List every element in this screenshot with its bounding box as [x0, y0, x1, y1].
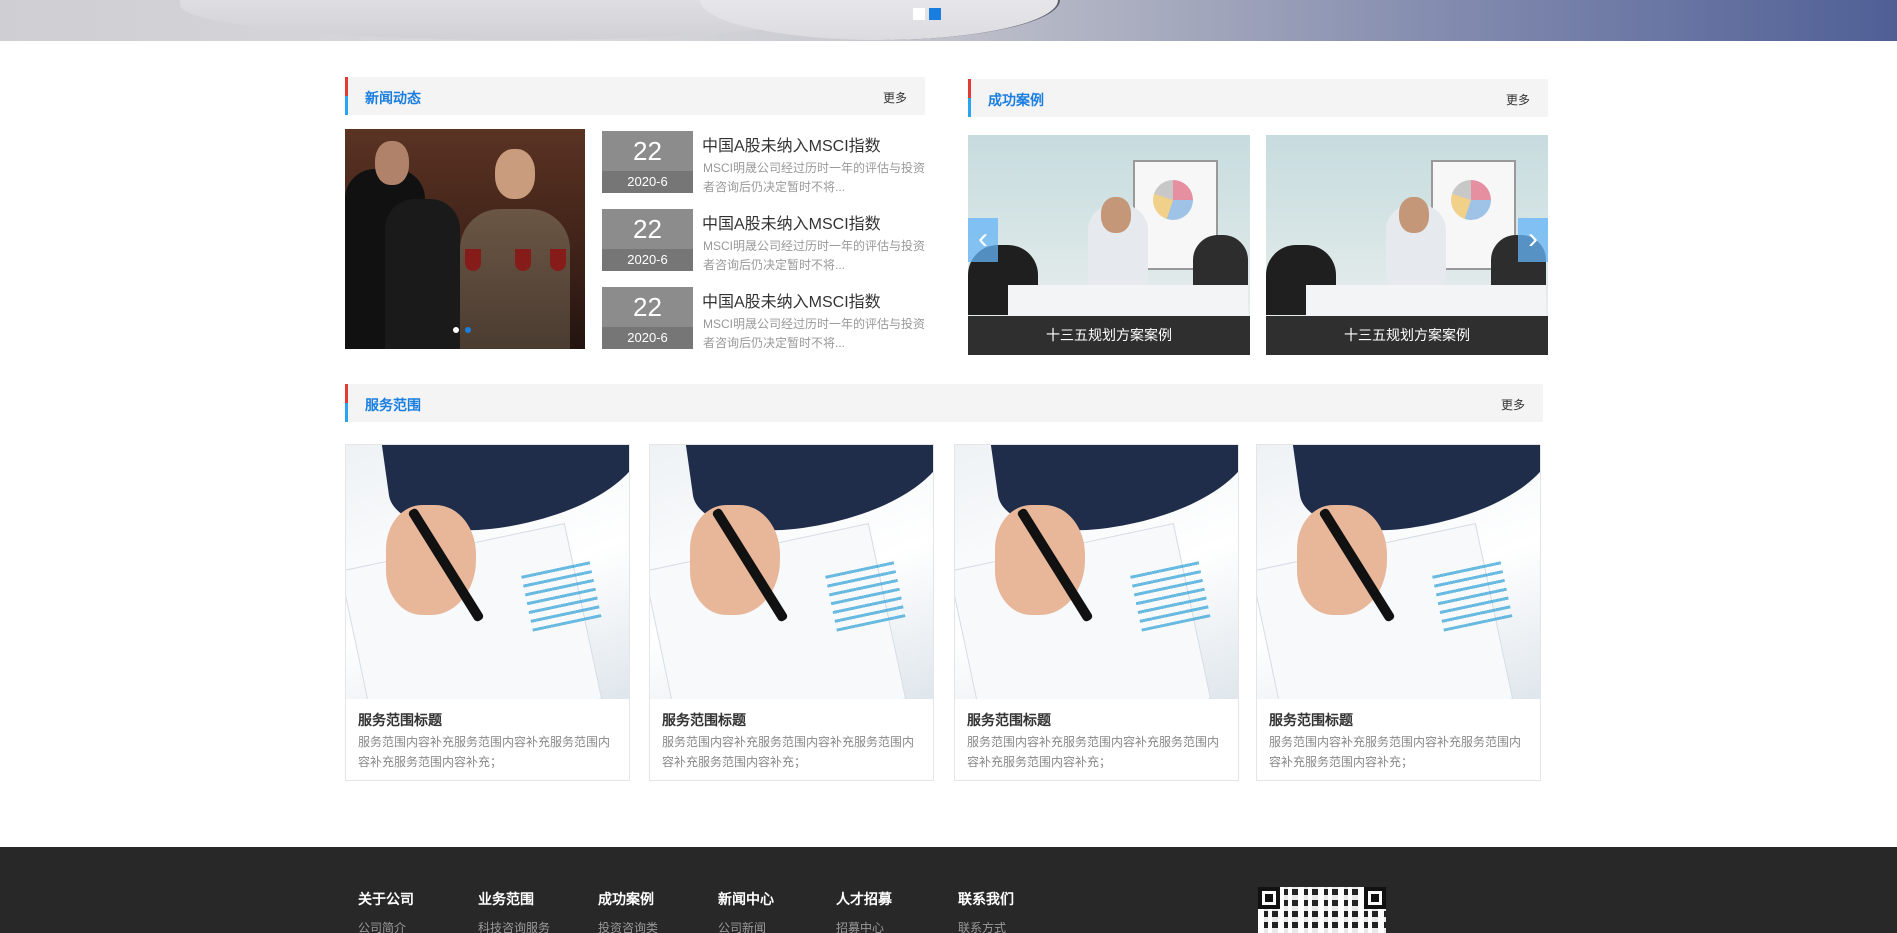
service-title: 服务范围标题 [967, 712, 1051, 728]
news-date-badge: 22 2020-6 [602, 209, 693, 271]
service-card[interactable]: 服务范围标题 服务范围内容补充服务范围内容补充服务范围内容补充服务范围内容补充； [1256, 444, 1541, 781]
wine-glass [465, 249, 481, 271]
news-image-dot-1[interactable] [453, 327, 459, 333]
footer-column-heading[interactable]: 业务范围 [478, 889, 550, 909]
case-image [1266, 135, 1548, 316]
chevron-right-icon[interactable]: › [1518, 218, 1548, 262]
photo-table [1306, 285, 1546, 316]
chevron-left-icon[interactable]: ‹ [968, 218, 998, 262]
footer-column-cases: 成功案例 投资咨询类 [598, 889, 658, 933]
footer-column-heading[interactable]: 新闻中心 [718, 889, 774, 909]
service-title: 服务范围标题 [358, 712, 442, 728]
photo-table [1008, 285, 1248, 316]
footer-link[interactable]: 科技咨询服务 [478, 919, 550, 933]
news-list-item[interactable]: 22 2020-6 中国A股未纳入MSCI指数 MSCI明晟公司经过历时一年的评… [602, 131, 932, 194]
photo-head [1101, 197, 1131, 233]
services-more-link[interactable]: 更多 [1501, 396, 1525, 413]
wine-glass [515, 249, 531, 271]
services-section-header: 服务范围 更多 [345, 384, 1543, 422]
news-day: 22 [633, 214, 662, 244]
news-section-header: 新闻动态 更多 [345, 77, 925, 115]
banner-dot-2[interactable] [929, 8, 941, 20]
case-caption: 十三五规划方案案例 [968, 316, 1250, 355]
footer-column-heading[interactable]: 人才招募 [836, 889, 892, 909]
news-title[interactable]: 中国A股未纳入MSCI指数 [702, 132, 881, 156]
case-card[interactable]: 十三五规划方案案例 [1266, 135, 1548, 355]
photo-person [385, 199, 460, 349]
case-image [968, 135, 1250, 316]
news-list-item[interactable]: 22 2020-6 中国A股未纳入MSCI指数 MSCI明晟公司经过历时一年的评… [602, 287, 932, 350]
news-image-dot-2[interactable] [465, 327, 471, 333]
qr-finder [1364, 887, 1386, 909]
news-summary: MSCI明晟公司经过历时一年的评估与投资者咨询后仍决定暂时不将... [703, 239, 926, 272]
news-featured-image[interactable] [345, 129, 585, 349]
cases-section-header: 成功案例 更多 [968, 79, 1548, 117]
service-image [1257, 445, 1540, 699]
footer-link[interactable]: 招募中心 [836, 919, 892, 933]
cases-section-title: 成功案例 [988, 92, 1044, 108]
footer-column-heading[interactable]: 联系我们 [958, 889, 1014, 909]
document-chart [824, 558, 906, 632]
qr-finder [1258, 887, 1280, 909]
news-summary: MSCI明晟公司经过历时一年的评估与投资者咨询后仍决定暂时不将... [703, 161, 926, 194]
footer-column-heading[interactable]: 关于公司 [358, 889, 414, 909]
photo-head [375, 141, 409, 185]
footer-link[interactable]: 公司新闻 [718, 919, 774, 933]
news-title[interactable]: 中国A股未纳入MSCI指数 [702, 288, 881, 312]
news-title[interactable]: 中国A股未纳入MSCI指数 [702, 210, 881, 234]
document-chart [1431, 558, 1513, 632]
cases-more-link[interactable]: 更多 [1506, 91, 1530, 108]
service-description: 服务范围内容补充服务范围内容补充服务范围内容补充服务范围内容补充； [662, 735, 915, 769]
services-section-title: 服务范围 [365, 397, 421, 413]
footer-column-careers: 人才招募 招募中心 [836, 889, 892, 933]
news-more-link[interactable]: 更多 [883, 89, 907, 106]
news-image-pagination [453, 327, 471, 333]
news-date-badge: 22 2020-6 [602, 287, 693, 349]
footer-link[interactable]: 投资咨询类 [598, 919, 658, 933]
news-day: 22 [633, 136, 662, 166]
footer-column-news: 新闻中心 公司新闻 [718, 889, 774, 933]
service-image [346, 445, 629, 699]
service-card[interactable]: 服务范围标题 服务范围内容补充服务范围内容补充服务范围内容补充服务范围内容补充； [345, 444, 630, 781]
news-year-month: 2020-6 [602, 249, 693, 271]
news-summary: MSCI明晟公司经过历时一年的评估与投资者咨询后仍决定暂时不将... [703, 317, 926, 350]
photo-head [495, 149, 535, 199]
document-chart [1129, 558, 1211, 632]
footer-column-heading[interactable]: 成功案例 [598, 889, 658, 909]
banner-pagination [913, 8, 941, 20]
hero-banner [0, 0, 1897, 41]
service-image [955, 445, 1238, 699]
service-description: 服务范围内容补充服务范围内容补充服务范围内容补充服务范围内容补充； [358, 735, 611, 769]
qr-code-icon [1258, 887, 1386, 933]
service-card[interactable]: 服务范围标题 服务范围内容补充服务范围内容补充服务范围内容补充服务范围内容补充； [954, 444, 1239, 781]
document-chart [520, 558, 602, 632]
service-description: 服务范围内容补充服务范围内容补充服务范围内容补充服务范围内容补充； [967, 735, 1220, 769]
site-footer [0, 847, 1897, 933]
news-section-title: 新闻动态 [365, 90, 421, 106]
case-caption: 十三五规划方案案例 [1266, 316, 1548, 355]
banner-image-detail [700, 0, 1060, 40]
wine-glass [550, 249, 566, 271]
footer-column-business: 业务范围 科技咨询服务 [478, 889, 550, 933]
case-card[interactable]: 十三五规划方案案例 [968, 135, 1250, 355]
service-title: 服务范围标题 [1269, 712, 1353, 728]
photo-head [1399, 197, 1429, 233]
service-description: 服务范围内容补充服务范围内容补充服务范围内容补充服务范围内容补充； [1269, 735, 1522, 769]
footer-column-about: 关于公司 公司简介 [358, 889, 414, 933]
news-year-month: 2020-6 [602, 327, 693, 349]
news-year-month: 2020-6 [602, 171, 693, 193]
footer-link[interactable]: 联系方式 [958, 919, 1014, 933]
news-day: 22 [633, 292, 662, 322]
service-card[interactable]: 服务范围标题 服务范围内容补充服务范围内容补充服务范围内容补充服务范围内容补充； [649, 444, 934, 781]
footer-link[interactable]: 公司简介 [358, 919, 414, 933]
news-date-badge: 22 2020-6 [602, 131, 693, 193]
photo-person [460, 209, 570, 349]
news-list-item[interactable]: 22 2020-6 中国A股未纳入MSCI指数 MSCI明晟公司经过历时一年的评… [602, 209, 932, 272]
service-title: 服务范围标题 [662, 712, 746, 728]
banner-dot-1[interactable] [913, 8, 925, 20]
footer-column-contact: 联系我们 联系方式 [958, 889, 1014, 933]
service-image [650, 445, 933, 699]
